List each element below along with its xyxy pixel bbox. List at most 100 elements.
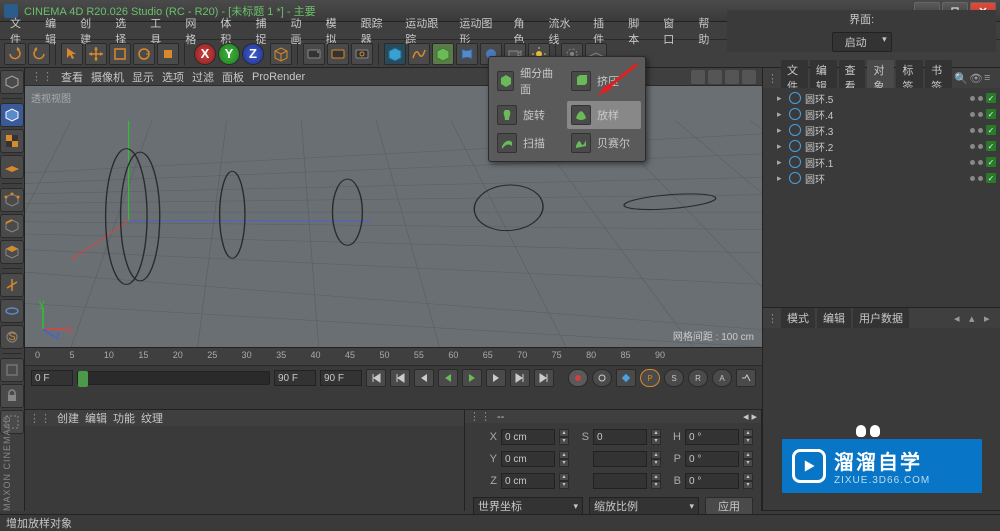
coord-b-field[interactable]: 0 ° [685, 473, 739, 489]
last-tool[interactable] [157, 43, 179, 65]
goto-end[interactable] [534, 369, 554, 387]
vp-nav-1[interactable] [691, 70, 705, 84]
key-param[interactable]: A [712, 369, 732, 387]
menu-window[interactable]: 窗口 [657, 14, 688, 48]
popup-extrude[interactable]: 挤压 [567, 61, 641, 101]
object-row[interactable]: ▸圆环.4✓ [767, 106, 996, 122]
vp-nav-3[interactable] [725, 70, 739, 84]
menu-help[interactable]: 帮助 [692, 14, 723, 48]
playhead[interactable] [78, 371, 88, 387]
key-scale[interactable]: S [664, 369, 684, 387]
point-mode[interactable] [0, 188, 24, 212]
coord-z-field[interactable]: 0 cm [501, 473, 555, 489]
vp-menu-options[interactable]: 选项 [162, 69, 184, 85]
axis-mode[interactable] [0, 273, 24, 297]
texture-mode[interactable] [0, 129, 24, 153]
object-row[interactable]: ▸圆环✓ [767, 170, 996, 186]
key-opts[interactable] [736, 369, 756, 387]
mat-tab-create[interactable]: 创建 [57, 410, 79, 426]
spline-button[interactable] [408, 43, 430, 65]
apply-button[interactable]: 应用 [705, 497, 753, 515]
current-frame-field[interactable]: 90 F [274, 370, 316, 386]
generator-button[interactable] [432, 43, 454, 65]
move-tool[interactable] [85, 43, 107, 65]
vp-menu-prorender[interactable]: ProRender [252, 71, 305, 83]
viewport-solo[interactable] [0, 358, 24, 382]
range-start-field[interactable]: 0 F [31, 370, 73, 386]
record-button[interactable] [568, 369, 588, 387]
key-pos[interactable]: P [640, 369, 660, 387]
coord-mode1[interactable]: 世界坐标 [473, 497, 583, 515]
mat-tab-func[interactable]: 功能 [113, 410, 135, 426]
goto-start[interactable] [366, 369, 386, 387]
model-mode[interactable] [0, 103, 24, 127]
enable-checkbox[interactable]: ✓ [986, 141, 996, 151]
attr-tab-edit[interactable]: 编辑 [817, 308, 851, 328]
popup-bezier[interactable]: 贝赛尔 [567, 129, 641, 157]
spin[interactable]: ▴▾ [559, 429, 569, 445]
key-rot[interactable]: R [688, 369, 708, 387]
vp-nav-2[interactable] [708, 70, 722, 84]
play-backward[interactable] [438, 369, 458, 387]
autokey-button[interactable] [592, 369, 612, 387]
coord-x-field[interactable]: 0 cm [501, 429, 555, 445]
y-axis-toggle[interactable]: Y [218, 43, 240, 65]
render-view[interactable] [303, 43, 325, 65]
popup-lathe[interactable]: 旋转 [493, 101, 567, 129]
menu-script[interactable]: 脚本 [622, 14, 653, 48]
time-ruler[interactable]: 051015202530354045505560657075808590 [25, 348, 762, 366]
enable-checkbox[interactable]: ✓ [986, 109, 996, 119]
enable-checkbox[interactable]: ✓ [986, 93, 996, 103]
coord-mode2[interactable]: 缩放比例 [589, 497, 699, 515]
rotate-tool[interactable] [133, 43, 155, 65]
coord-system[interactable] [270, 43, 292, 65]
mat-tab-edit[interactable]: 编辑 [85, 410, 107, 426]
render-pv[interactable] [327, 43, 349, 65]
deformer-button[interactable] [456, 43, 478, 65]
up-icon[interactable]: ▴ [969, 312, 981, 324]
next-key[interactable] [510, 369, 530, 387]
make-editable[interactable] [0, 70, 24, 94]
enable-checkbox[interactable]: ✓ [986, 125, 996, 135]
edge-mode[interactable] [0, 214, 24, 238]
coord-h-field[interactable]: 0 ° [685, 429, 739, 445]
object-row[interactable]: ▸圆环.5✓ [767, 90, 996, 106]
prev-key[interactable] [390, 369, 410, 387]
prev-frame[interactable] [414, 369, 434, 387]
popup-loft[interactable]: 放样 [567, 101, 641, 129]
popup-sweep[interactable]: 扫描 [493, 129, 567, 157]
eye-icon[interactable]: 👁 [969, 72, 981, 84]
primitive-button[interactable] [384, 43, 406, 65]
enable-checkbox[interactable]: ✓ [986, 173, 996, 183]
vp-menu-panel[interactable]: 面板 [222, 69, 244, 85]
time-slider[interactable] [77, 371, 270, 385]
attr-tab-userdata[interactable]: 用户数据 [853, 308, 909, 328]
vp-nav-4[interactable] [742, 70, 756, 84]
vp-menu-view[interactable]: 查看 [61, 69, 83, 85]
snap-mode[interactable]: S [0, 325, 24, 349]
tweak-mode[interactable] [0, 299, 24, 323]
search-icon[interactable]: 🔍 [954, 72, 966, 84]
coord-p-field[interactable]: 0 ° [685, 451, 739, 467]
keyframe-sel[interactable] [616, 369, 636, 387]
redo-button[interactable] [28, 43, 50, 65]
object-row[interactable]: ▸圆环.3✓ [767, 122, 996, 138]
object-row[interactable]: ▸圆环.1✓ [767, 154, 996, 170]
enable-checkbox[interactable]: ✓ [986, 157, 996, 167]
coord-y-field[interactable]: 0 cm [501, 451, 555, 467]
attr-tab-mode[interactable]: 模式 [781, 308, 815, 328]
next-frame[interactable] [486, 369, 506, 387]
vp-menu-filter[interactable]: 过滤 [192, 69, 214, 85]
select-tool[interactable] [61, 43, 83, 65]
layout-dropdown[interactable]: 启动 [832, 32, 892, 52]
x-axis-toggle[interactable]: X [194, 43, 216, 65]
viewport[interactable]: 透视视图 [25, 86, 762, 347]
lock-button[interactable] [0, 384, 24, 408]
coord-sx-field[interactable]: 0 [593, 429, 647, 445]
vp-menu-display[interactable]: 显示 [132, 69, 154, 85]
undo-button[interactable] [4, 43, 26, 65]
scale-tool[interactable] [109, 43, 131, 65]
workplane-mode[interactable] [0, 155, 24, 179]
play-forward[interactable] [462, 369, 482, 387]
vp-menu-camera[interactable]: 摄像机 [91, 69, 124, 85]
